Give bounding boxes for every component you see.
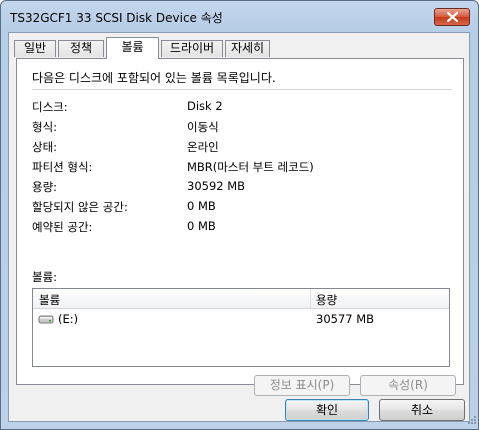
volume-list[interactable]: 볼륨 용량 (E:) 30577 MB bbox=[32, 288, 450, 367]
tab-label: 자세히 bbox=[230, 41, 265, 55]
tab-label: 드라이버 bbox=[169, 41, 215, 55]
property-label-partition-style: 파티션 형식: bbox=[32, 160, 93, 174]
window-title: TS32GCF1 33 SCSI Disk Device 속성 bbox=[10, 11, 223, 25]
properties-button[interactable]: 속성(R) bbox=[360, 375, 456, 396]
property-value-capacity: 30592 MB bbox=[187, 179, 246, 193]
cancel-button[interactable]: 취소 bbox=[379, 399, 465, 421]
tab-general[interactable]: 일반 bbox=[14, 40, 56, 57]
dialog-client: 일반 정책 볼륨 드라이버 자세히 다음은 디스크에 포함되어 있는 볼륨 목록… bbox=[8, 32, 470, 422]
property-value-reserved: 0 MB bbox=[187, 219, 216, 233]
ok-button[interactable]: 확인 bbox=[285, 399, 369, 421]
property-value-disk: Disk 2 bbox=[187, 99, 223, 113]
separator bbox=[32, 89, 452, 90]
properties-window: TS32GCF1 33 SCSI Disk Device 속성 일반 정책 볼륨… bbox=[0, 0, 479, 430]
tab-label: 일반 bbox=[23, 41, 47, 55]
resize-grip-icon[interactable] bbox=[464, 414, 478, 428]
property-label-type: 형식: bbox=[32, 120, 58, 134]
property-value-partition-style: MBR(마스터 부트 레코드) bbox=[187, 160, 314, 174]
table-row[interactable]: (E:) 30577 MB bbox=[33, 310, 449, 328]
property-label-unallocated: 할당되지 않은 공간: bbox=[32, 200, 128, 214]
tab-label: 정책 bbox=[69, 41, 93, 55]
column-divider[interactable] bbox=[310, 289, 311, 308]
volumes-label: 볼륨: bbox=[32, 270, 58, 284]
tab-policy[interactable]: 정책 bbox=[58, 40, 104, 57]
list-header: 볼륨 용량 bbox=[33, 289, 449, 309]
title-bar[interactable]: TS32GCF1 33 SCSI Disk Device 속성 bbox=[1, 1, 478, 33]
tab-label: 볼륨 bbox=[121, 40, 144, 54]
property-label-disk: 디스크: bbox=[32, 100, 68, 114]
property-value-type: 이동식 bbox=[187, 120, 219, 134]
tab-details[interactable]: 자세히 bbox=[225, 40, 270, 57]
close-icon bbox=[447, 12, 458, 22]
volumes-panel: 다음은 디스크에 포함되어 있는 볼륨 목록입니다. 디스크: Disk 2 형… bbox=[16, 58, 464, 396]
show-info-button[interactable]: 정보 표시(P) bbox=[254, 375, 350, 396]
tab-driver[interactable]: 드라이버 bbox=[161, 40, 223, 57]
close-button[interactable] bbox=[434, 8, 470, 26]
panel-description: 다음은 디스크에 포함되어 있는 볼륨 목록입니다. bbox=[32, 71, 276, 85]
property-label-reserved: 예약된 공간: bbox=[32, 220, 93, 234]
volume-capacity: 30577 MB bbox=[316, 312, 375, 326]
property-label-capacity: 용량: bbox=[32, 180, 58, 194]
property-value-status: 온라인 bbox=[187, 140, 219, 154]
property-value-unallocated: 0 MB bbox=[187, 199, 216, 213]
property-label-status: 상태: bbox=[32, 140, 58, 154]
volume-name: (E:) bbox=[58, 312, 79, 326]
tab-volumes[interactable]: 볼륨 bbox=[106, 37, 159, 59]
column-header-capacity[interactable]: 용량 bbox=[316, 292, 337, 308]
drive-icon bbox=[38, 315, 54, 324]
column-header-volume[interactable]: 볼륨 bbox=[39, 292, 60, 308]
